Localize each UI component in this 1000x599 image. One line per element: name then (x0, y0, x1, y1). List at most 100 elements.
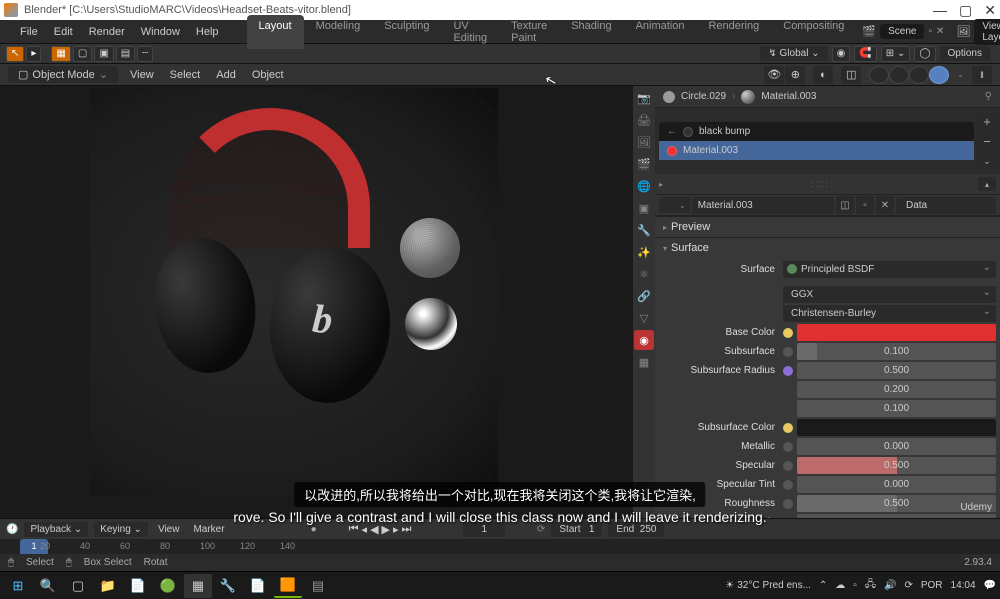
tab-animation[interactable]: Animation (624, 15, 697, 49)
tab-scene[interactable]: 🎬 (634, 154, 654, 174)
pin-icon[interactable]: ⚲ (985, 91, 992, 102)
maximize-button[interactable]: ▢ (959, 2, 972, 19)
viewport-menu-object[interactable]: Object (248, 69, 288, 81)
overlay-icon[interactable]: ◐ (813, 66, 833, 84)
basecolor-swatch[interactable] (797, 324, 996, 341)
gizmo-icon[interactable]: ⊕ (785, 66, 805, 84)
menu-file[interactable]: File (12, 26, 46, 38)
tab-particles[interactable]: ✨ (634, 242, 654, 262)
sublime-icon[interactable]: ▤ (304, 574, 332, 598)
add-slot-button[interactable]: + (978, 112, 996, 130)
play-icon[interactable]: ▸ (26, 46, 41, 62)
tab-texture[interactable]: ▦ (634, 352, 654, 372)
tray-chevron-icon[interactable]: ⌃ (819, 580, 827, 591)
subsurface-slider[interactable]: 0.100 (797, 343, 996, 360)
metallic-slider[interactable]: 0.000 (797, 438, 996, 455)
tab-output[interactable]: 🖨 (634, 110, 654, 130)
tray-lang[interactable]: POR (921, 580, 943, 591)
tab-object[interactable]: ▣ (634, 198, 654, 218)
fake-user-button[interactable]: ◫ (836, 196, 854, 214)
distribution-dropdown[interactable]: GGX (783, 286, 996, 303)
mode-selector[interactable]: ▢ Object Mode ⌄ (8, 66, 118, 83)
menu-render[interactable]: Render (81, 26, 133, 38)
specular-socket-icon[interactable] (783, 461, 793, 471)
tray-network-icon[interactable]: 🖧 (865, 577, 876, 594)
tab-viewlayer[interactable]: 🖼 (634, 132, 654, 152)
new-material-button[interactable]: ▫ (856, 196, 874, 214)
snap-toggle[interactable]: 🧲 (854, 46, 876, 62)
chrome-icon[interactable]: 🟢 (154, 574, 182, 598)
preview-panel-header[interactable]: ▸Preview (655, 217, 1000, 237)
material-name-field[interactable]: Material.003 (692, 197, 834, 214)
tab-modeling[interactable]: Modeling (304, 15, 373, 49)
taskview-button[interactable]: ▢ (64, 574, 92, 598)
select-dash-icon[interactable]: ┄ (137, 46, 153, 62)
surface-panel-header[interactable]: ▾Surface (655, 238, 1000, 258)
libreoffice-icon[interactable]: 📄 (124, 574, 152, 598)
subsurface-socket-icon[interactable] (783, 347, 793, 357)
7zip-icon[interactable]: ▦ (184, 574, 212, 598)
sss-method-dropdown[interactable]: Christensen-Burley (783, 305, 996, 322)
unlink-material-button[interactable]: ✕ (876, 196, 894, 214)
tab-sculpting[interactable]: Sculpting (372, 15, 441, 49)
timeline-track[interactable]: 1 20 40 60 80 100 120 140 (0, 539, 1000, 554)
sss-color-socket-icon[interactable] (783, 423, 793, 433)
start-button[interactable]: ⊞ (4, 574, 32, 598)
tray-time[interactable]: 14:04 (951, 580, 976, 591)
notes-icon[interactable]: 📄 (244, 574, 272, 598)
tab-modifier[interactable]: 🔧 (634, 220, 654, 240)
specular-slider[interactable]: 0.500 (797, 457, 996, 474)
sss-radius-y[interactable]: 0.200 (797, 381, 996, 398)
snap-target-icon[interactable]: ⊞ ⌄ (881, 46, 911, 62)
timeline-clock-icon[interactable]: 🕐 (6, 524, 18, 535)
sss-radius-z[interactable]: 0.100 (797, 400, 996, 417)
timeline-menu-view[interactable]: View (154, 524, 184, 535)
select-invert-icon[interactable]: ▣ (94, 46, 113, 62)
menu-edit[interactable]: Edit (46, 26, 81, 38)
cursor-tool-icon[interactable]: ↖ (6, 46, 24, 62)
explorer-icon[interactable]: 📁 (94, 574, 122, 598)
transform-orientation[interactable]: ↯ Global ⌄ (760, 46, 827, 61)
tab-texturepaint[interactable]: Texture Paint (499, 15, 559, 49)
select-none-icon[interactable]: ▢ (73, 46, 92, 62)
shading-dropdown-icon[interactable]: ⌄ (957, 70, 964, 79)
surface-shader-dropdown[interactable]: Principled BSDF (783, 261, 996, 278)
proportional-edit-icon[interactable]: ◯ (914, 46, 935, 62)
viewport-menu-view[interactable]: View (126, 69, 158, 81)
tray-volume-icon[interactable]: 🔊 (884, 580, 896, 591)
material-slot-0[interactable]: ← black bump (659, 122, 974, 141)
remove-slot-button[interactable]: − (978, 132, 996, 150)
tab-layout[interactable]: Layout (247, 15, 304, 49)
material-slot-list[interactable]: ← black bump Material.003 (659, 122, 974, 160)
scene-browse-icon[interactable]: ▫ (928, 26, 932, 37)
tab-world[interactable]: 🌐 (634, 176, 654, 196)
expand-arrow-icon[interactable]: ▸ (659, 180, 663, 189)
menu-help[interactable]: Help (188, 26, 227, 38)
material-browse-button[interactable]: ⌄ (659, 197, 690, 213)
tray-cloud-icon[interactable]: ☁ (835, 580, 845, 591)
viewlayer-selector[interactable]: View Layer (974, 19, 1000, 45)
roughness-socket-icon[interactable] (783, 499, 793, 509)
sss-radius-socket-icon[interactable] (783, 366, 793, 376)
material-slot-1[interactable]: Material.003 (659, 141, 974, 160)
tray-notifications-icon[interactable]: 💬 (984, 580, 996, 591)
playback-dropdown[interactable]: Playback ⌄ (24, 522, 88, 537)
tray-nvidia-icon[interactable]: ▫ (853, 580, 857, 591)
sss-color-swatch[interactable] (797, 419, 996, 436)
spectint-slider[interactable]: 0.000 (797, 476, 996, 493)
metallic-socket-icon[interactable] (783, 442, 793, 452)
blender-taskbar-icon[interactable]: 🟧 (274, 574, 302, 598)
select-intersect-icon[interactable]: ▤ (116, 46, 135, 62)
shading-rendered[interactable] (929, 66, 949, 84)
minimize-button[interactable]: — (933, 2, 947, 19)
visibility-icon[interactable]: 👁 (764, 66, 784, 84)
shading-solid[interactable] (889, 66, 909, 84)
sss-radius-x[interactable]: 0.500 (797, 362, 996, 379)
keying-dropdown[interactable]: Keying ⌄ (94, 522, 148, 537)
tab-physics[interactable]: ⚛ (634, 264, 654, 284)
pause-render-button[interactable]: ‖ (972, 66, 992, 84)
tab-render[interactable]: 📷 (634, 88, 654, 108)
shading-wireframe[interactable] (869, 66, 889, 84)
xray-icon[interactable]: ◫ (841, 66, 861, 84)
tools-icon[interactable]: 🔧 (214, 574, 242, 598)
